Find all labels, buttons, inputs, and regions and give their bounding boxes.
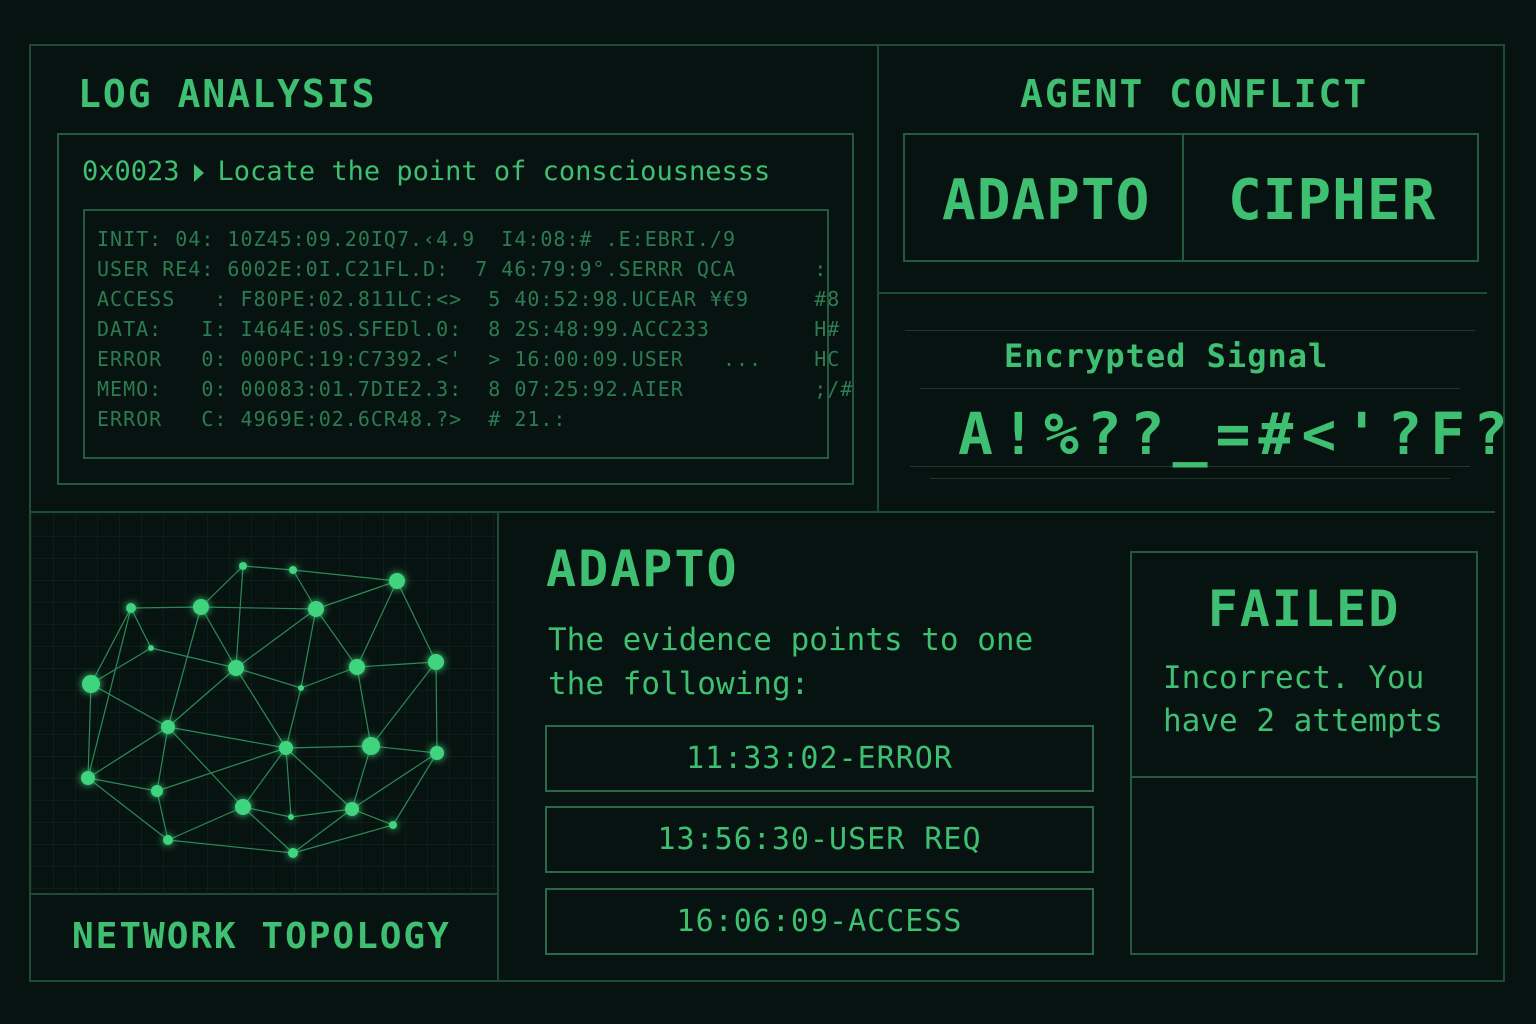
network-node (389, 821, 397, 829)
encrypted-signal-label: Encrypted Signal (1004, 337, 1329, 375)
answer-option-1[interactable]: 11:33:02-ERROR (545, 725, 1094, 792)
agent-divider (1182, 133, 1184, 262)
network-node (148, 645, 154, 651)
log-prompt-code: 0x0023 (82, 156, 180, 187)
log-line: ERROR C: 4969E:02.6CR48.?> # 21.: (97, 407, 567, 431)
network-node (151, 785, 163, 797)
network-node (82, 675, 100, 693)
network-node (161, 720, 175, 734)
network-node (298, 685, 304, 691)
log-lines-box[interactable]: INIT: 04: 10Z45:09.20IQ7.‹4.9 I4:08:# .E… (83, 209, 852, 459)
network-node (126, 603, 136, 613)
signal-noise-line (905, 330, 1475, 331)
agent-cipher[interactable]: CIPHER (1228, 168, 1436, 233)
network-node (239, 562, 247, 570)
log-line: MEMO: 0: 00083:01.7DIE2.3: 8 07:25:92.AI… (97, 377, 854, 401)
agent-adapto[interactable]: ADAPTO (942, 168, 1150, 233)
network-node (308, 601, 324, 617)
log-line: ACCESS : F80PE:02.811LC:<> 5 40:52:98.UC… (97, 287, 841, 311)
network-node (235, 799, 251, 815)
divider-agent-signal (879, 292, 1487, 294)
result-status: FAILED (1207, 580, 1401, 638)
answer-option-2[interactable]: 13:56:30-USER REQ (545, 806, 1094, 873)
network-node (193, 599, 209, 615)
play-arrow-icon (193, 163, 204, 182)
result-message: Incorrect. You have 2 attempts (1163, 660, 1443, 739)
divider-vertical-bottom (497, 513, 499, 980)
log-analysis-title: LOG ANALYSIS (78, 72, 377, 116)
network-node (430, 746, 444, 760)
result-divider (1130, 776, 1478, 778)
divider-vertical-top (877, 46, 879, 512)
network-node (349, 659, 365, 675)
answer-option-3[interactable]: 16:06:09-ACCESS (545, 888, 1094, 955)
network-node (288, 848, 298, 858)
log-line: INIT: 04: 10Z45:09.20IQ7.‹4.9 I4:08:# .E… (97, 227, 737, 251)
log-line: ERROR 0: 000PC:19:C7392.<' > 16:00:09.US… (97, 347, 841, 371)
network-node (389, 573, 405, 589)
network-node (345, 802, 359, 816)
network-node (228, 660, 244, 676)
network-node (362, 737, 380, 755)
signal-noise-line (920, 388, 1460, 389)
question-agent-name: ADAPTO (546, 540, 739, 598)
network-node (279, 741, 293, 755)
divider-horizontal-mid (31, 511, 1495, 513)
network-node (428, 654, 444, 670)
network-node (288, 814, 294, 820)
question-text: The evidence points to one the following… (548, 622, 1034, 702)
network-node (289, 566, 297, 574)
agent-conflict-title: AGENT CONFLICT (1020, 72, 1369, 116)
network-node (163, 835, 173, 845)
network-topology-graph (31, 514, 497, 894)
log-line: USER RE4: 6002E:0I.C21FL.D: 7 46:79:9°.S… (97, 257, 828, 281)
network-node (81, 771, 95, 785)
log-prompt: 0x0023 Locate the point of consciousnesss (82, 156, 770, 187)
log-prompt-text: Locate the point of consciousnesss (217, 156, 771, 187)
network-topology-title: NETWORK TOPOLOGY (72, 916, 451, 957)
encrypted-signal-code: A!%??_=#<'?F? (958, 400, 1516, 468)
signal-noise-line (930, 478, 1450, 479)
log-line: DATA: I: I464E:0S.SFEDl.0: 8 2S:48:99.AC… (97, 317, 841, 341)
